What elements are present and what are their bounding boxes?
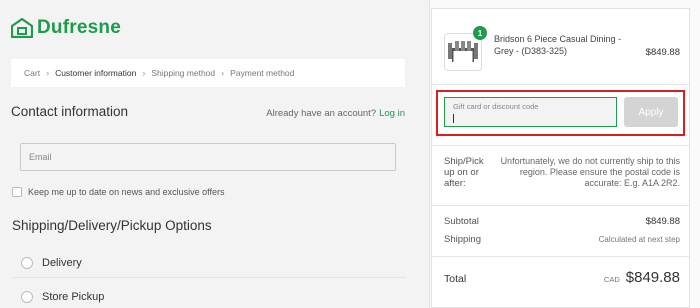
divider	[432, 145, 689, 146]
discount-code-input[interactable]: Gift card or discount code	[444, 97, 617, 127]
chevron-right-icon: ›	[142, 68, 146, 78]
shipping-options-title: Shipping/Delivery/Pickup Options	[12, 218, 212, 233]
shipping-value: Calculated at next step	[598, 235, 680, 244]
shipping-notice: Ship/Pick up on or after: Unfortunately,…	[444, 156, 680, 189]
shipping-row: Shipping Calculated at next step	[444, 234, 680, 245]
newsletter-checkbox[interactable]	[12, 187, 22, 197]
dining-set-image	[448, 41, 478, 62]
store-pickup-option-label: Store Pickup	[42, 291, 105, 303]
store-pickup-option[interactable]: Store Pickup	[12, 282, 406, 308]
divider	[432, 256, 689, 257]
apply-discount-button[interactable]: Apply	[624, 97, 678, 127]
subtotal-value: $849.88	[645, 216, 680, 227]
email-placeholder: Email	[29, 152, 52, 162]
breadcrumb: Cart › Customer information › Shipping m…	[11, 59, 405, 87]
breadcrumb-customer-information: Customer information	[55, 68, 137, 78]
checkout-form-panel: Dufresne Cart › Customer information › S…	[0, 0, 430, 308]
product-name: Bridson 6 Piece Casual Dining - Grey - (…	[494, 34, 622, 56]
account-prompt-text: Already have an account?	[266, 108, 377, 119]
total-label: Total	[444, 273, 467, 285]
contact-section-title: Contact information	[11, 104, 129, 119]
store-pickup-radio[interactable]	[21, 291, 33, 303]
brand-name: Dufresne	[37, 17, 121, 38]
text-cursor	[453, 114, 454, 123]
login-link[interactable]: Log in	[379, 108, 405, 119]
breadcrumb-payment-method: Payment method	[230, 68, 295, 78]
delivery-radio[interactable]	[21, 256, 33, 269]
cart-line-item: 1 Bridson 6 Piece Casual Dining - Grey -…	[444, 26, 680, 71]
subtotal-label: Subtotal	[444, 216, 479, 227]
house-logo-icon	[11, 18, 33, 38]
contact-header: Contact information Already have an acco…	[11, 104, 405, 119]
order-summary: 1 Bridson 6 Piece Casual Dining - Grey -…	[431, 8, 690, 308]
total-value: $849.88	[625, 269, 680, 286]
product-thumbnail: 1	[444, 26, 487, 71]
quantity-badge: 1	[473, 26, 487, 40]
discount-placeholder: Gift card or discount code	[453, 102, 539, 111]
account-prompt: Already have an account? Log in	[266, 108, 405, 119]
product-price: $849.88	[645, 47, 680, 58]
newsletter-optin-label: Keep me up to date on news and exclusive…	[28, 187, 225, 197]
email-field[interactable]: Email	[20, 143, 396, 171]
subtotal-row: Subtotal $849.88	[444, 216, 680, 227]
divider	[432, 84, 689, 85]
ship-date-label: Ship/Pick up on or after:	[444, 156, 484, 189]
delivery-option[interactable]: Delivery	[12, 248, 406, 278]
breadcrumb-shipping-method: Shipping method	[151, 68, 216, 78]
chevron-right-icon: ›	[46, 68, 50, 78]
divider	[432, 205, 689, 206]
total-row: Total CAD $849.88	[444, 269, 680, 286]
currency-code: CAD	[603, 275, 620, 284]
chevron-right-icon: ›	[221, 68, 225, 78]
newsletter-optin[interactable]: Keep me up to date on news and exclusive…	[12, 187, 224, 197]
total-amount: CAD $849.88	[604, 269, 680, 286]
shipping-label: Shipping	[444, 234, 481, 245]
breadcrumb-cart[interactable]: Cart	[24, 68, 40, 78]
brand-logo[interactable]: Dufresne	[11, 17, 121, 39]
delivery-option-label: Delivery	[42, 256, 82, 269]
shipping-region-message: Unfortunately, we do not currently ship …	[500, 156, 680, 188]
